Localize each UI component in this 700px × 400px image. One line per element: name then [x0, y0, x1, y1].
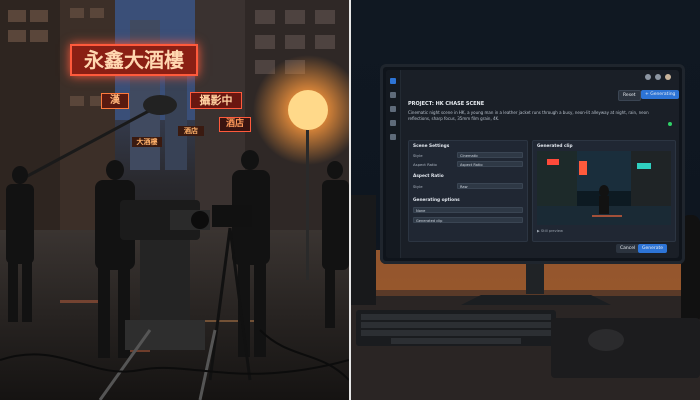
option-clip-select[interactable]: Generated clip: [413, 217, 523, 223]
settings-icon[interactable]: [390, 120, 396, 126]
clip-thumbnail: [537, 151, 671, 225]
desk-setup-photo: Reset + Generating PROJECT: HK CHASE SCE…: [351, 0, 700, 400]
monitor: Reset + Generating PROJECT: HK CHASE SCE…: [380, 64, 685, 264]
reset-button[interactable]: Reset: [618, 90, 641, 101]
prompt-text[interactable]: Cinematic night scene in HK, a young man…: [408, 110, 658, 122]
project-title: PROJECT: HK CHASE SCENE: [408, 101, 485, 107]
film-set-photo: 永鑫大酒樓 漢 攝影中 酒店 酒店 大酒樓: [0, 0, 349, 400]
neon-sign-small: 酒店: [178, 126, 204, 136]
style-select[interactable]: Cinematic: [457, 152, 523, 158]
settings-panel: Scene Settings Style Cinematic Aspect Ra…: [408, 140, 528, 242]
status-indicator: [668, 122, 672, 126]
generating-options-heading: Generating options: [413, 198, 460, 203]
layers-icon[interactable]: [390, 134, 396, 140]
style-label: Style: [413, 153, 423, 158]
play-icon[interactable]: [390, 78, 396, 84]
neon-sign-hotel: 酒店: [219, 117, 251, 132]
generated-clip-panel: Generated clip ▶ Still preview: [532, 140, 676, 242]
aspect-section-heading: Aspect Ratio: [413, 174, 444, 179]
avatar[interactable]: [665, 74, 671, 80]
help-icon[interactable]: [645, 74, 651, 80]
cancel-button[interactable]: Cancel: [616, 244, 640, 253]
generated-clip-heading: Generated clip: [537, 144, 573, 149]
neon-sign-main: 永鑫大酒樓: [70, 44, 198, 76]
app-sidebar: [386, 70, 401, 258]
option-none-select[interactable]: None: [413, 207, 523, 213]
folder-icon[interactable]: [390, 106, 396, 112]
neon-sign-left: 漢: [101, 93, 129, 109]
clip-preview[interactable]: [537, 151, 671, 225]
generating-button[interactable]: + Generating: [641, 90, 679, 99]
grid-icon[interactable]: [390, 92, 396, 98]
bell-icon[interactable]: [655, 74, 661, 80]
aspect-style-label: Style: [413, 184, 423, 189]
generate-button[interactable]: Generate: [638, 244, 668, 253]
aspect-style-select[interactable]: Raw: [457, 183, 523, 189]
neon-sign-studio: 攝影中: [190, 92, 242, 109]
monitor-screen: Reset + Generating PROJECT: HK CHASE SCE…: [386, 70, 679, 258]
aspect-ratio-label: Aspect Ratio: [413, 162, 437, 167]
aspect-ratio-select[interactable]: Aspect Ratio: [457, 161, 523, 167]
neon-sign-lower: 大酒樓: [132, 137, 162, 147]
preview-label[interactable]: ▶ Still preview: [537, 227, 671, 235]
scene-settings-heading: Scene Settings: [413, 144, 450, 149]
